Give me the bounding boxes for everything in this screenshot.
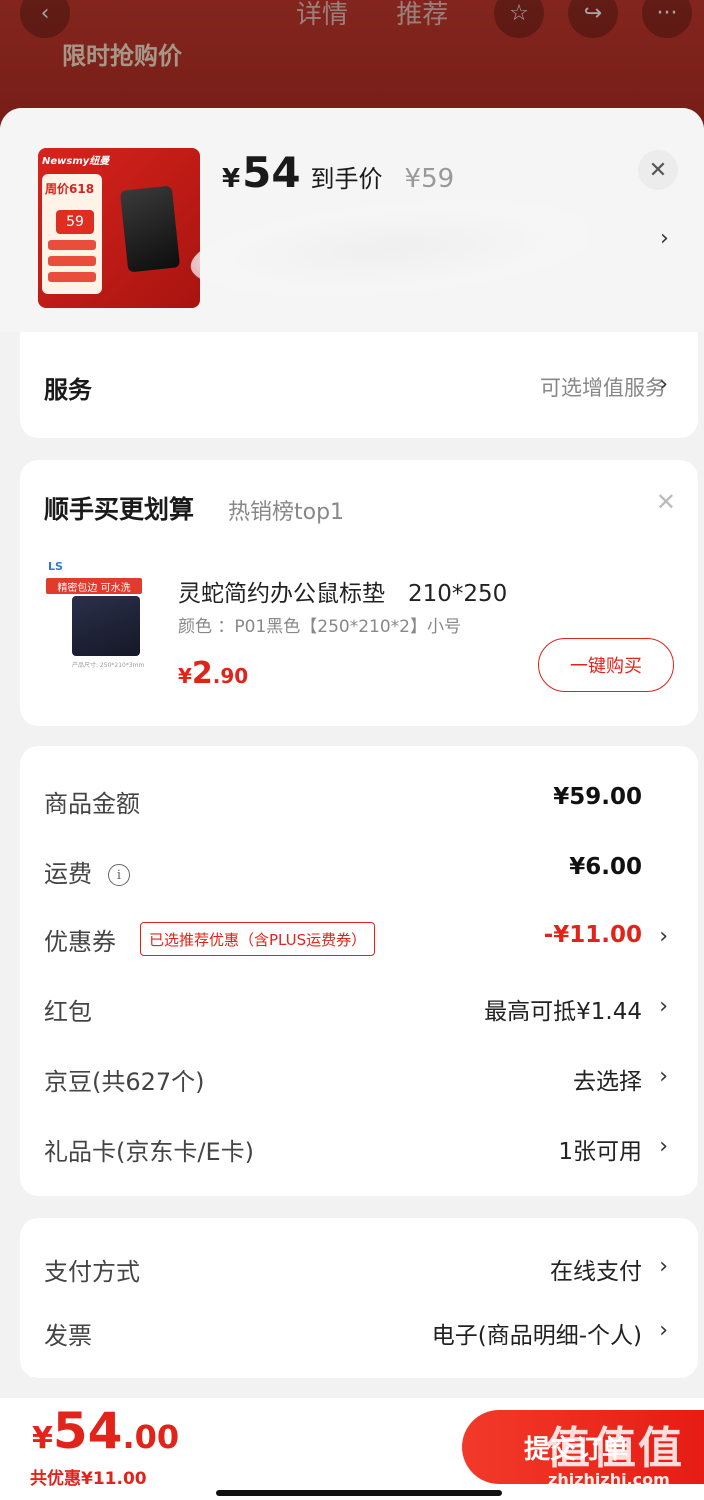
final-price: 54 <box>242 148 301 197</box>
shipping-row: 运费 i ¥6.00 <box>20 844 698 894</box>
jingdou-label: 京豆(共627个) <box>44 1068 205 1096</box>
chevron-right-icon[interactable]: › <box>660 226 669 251</box>
bundle-item-spec: 颜色 ：P01黑色【250*210*2】小号 <box>178 617 461 637</box>
price-dec: .90 <box>212 664 249 688</box>
red-packet-value: 最高可抵¥1.44 <box>484 999 642 1025</box>
price-row: ¥ 54 到手价 ¥59 <box>222 148 454 198</box>
price-summary-card: 商品金额 ¥59.00 运费 i ¥6.00 优惠券 已选推荐优惠（含PLUS运费… <box>20 746 698 1196</box>
price-int: 2 <box>191 656 213 691</box>
invoice-value: 电子(商品明细-个人) <box>431 1323 642 1349</box>
goods-amount-value: ¥59.00 <box>553 784 642 810</box>
service-card[interactable]: 服务 可选增值服务 › <box>20 332 698 438</box>
mouse-pad-image <box>72 596 140 656</box>
total-price: ¥ 54 .00 <box>32 1402 179 1460</box>
coupon-label: 优惠券 <box>44 928 116 956</box>
chevron-right-icon: › <box>659 1134 668 1159</box>
thumb-bar <box>48 272 96 282</box>
bundle-item-price: ¥ 2 .90 <box>178 656 248 691</box>
total-saved: 共优惠¥11.00 <box>30 1469 147 1489</box>
service-title: 服务 <box>44 376 92 404</box>
one-click-buy-button[interactable]: 一键购买 <box>538 638 674 692</box>
hard-drive-image <box>119 185 181 273</box>
product-header: Newsmy纽曼 周价618 59 ¥ 54 到手价 ¥59 ✕ › <box>0 108 704 332</box>
thumb-bar <box>48 240 96 250</box>
chevron-right-icon: › <box>659 924 668 949</box>
thumb-promo-price: 59 <box>56 210 94 234</box>
home-indicator <box>216 1490 502 1496</box>
thumb-brand: Newsmy纽曼 <box>42 156 110 167</box>
brand-logo-icon: LS <box>48 560 63 573</box>
total-dec: .00 <box>122 1418 180 1456</box>
red-packet-row[interactable]: 红包 最高可抵¥1.44 › <box>20 982 698 1032</box>
final-price-label: 到手价 <box>310 165 383 193</box>
goods-amount-label: 商品金额 <box>44 790 140 818</box>
jingdou-value: 去选择 <box>573 1069 642 1095</box>
invoice-row[interactable]: 发票 电子(商品明细-个人) › <box>20 1306 698 1356</box>
bundle-subtitle: 热销榜top1 <box>228 500 345 525</box>
bundle-title: 顺手买更划算 <box>44 495 195 524</box>
thumb-promo-text: 周价618 <box>45 182 95 196</box>
shipping-value: ¥6.00 <box>569 854 642 880</box>
payment-card: 支付方式 在线支付 › 发票 电子(商品明细-个人) › <box>20 1218 698 1378</box>
close-icon[interactable]: ✕ <box>638 150 678 190</box>
payment-method-value: 在线支付 <box>550 1259 642 1285</box>
payment-method-row[interactable]: 支付方式 在线支付 › <box>20 1242 698 1292</box>
price-symbol: ¥ <box>222 164 241 194</box>
info-icon[interactable]: i <box>108 864 130 886</box>
price-symbol: ¥ <box>178 664 192 688</box>
gift-card-label: 礼品卡(京东卡/E卡) <box>44 1138 254 1166</box>
watermark-site: zhizhizhi.com <box>548 1470 670 1489</box>
gift-card-row[interactable]: 礼品卡(京东卡/E卡) 1张可用 › <box>20 1122 698 1172</box>
thumb-ribbon: 精密包边 可水洗 <box>46 578 142 594</box>
product-thumbnail[interactable]: Newsmy纽曼 周价618 59 <box>38 148 200 308</box>
thumb-bar <box>48 256 96 266</box>
chevron-right-icon: › <box>659 372 668 397</box>
invoice-label: 发票 <box>44 1322 92 1350</box>
thumb-promo-card: 周价618 59 <box>42 174 102 294</box>
chevron-right-icon: › <box>659 994 668 1019</box>
shipping-label: 运费 i <box>44 854 130 889</box>
watermark-logo: 值值值 <box>546 1423 684 1474</box>
bundle-item-name[interactable]: 灵蛇简约办公鼠标垫 210*250 <box>178 574 507 608</box>
total-int: 54 <box>52 1402 123 1460</box>
chevron-right-icon: › <box>659 1064 668 1089</box>
mouse-pad-thumbnail[interactable]: LS 精密包边 可水洗 产品尺寸: 250*210*3mm <box>44 560 174 672</box>
goods-amount-row: 商品金额 ¥59.00 <box>20 774 698 824</box>
service-value: 可选增值服务 <box>540 376 666 400</box>
coupon-row[interactable]: 优惠券 已选推荐优惠（含PLUS运费券） -¥11.00 › <box>20 912 698 962</box>
shipping-label-text: 运费 <box>44 860 92 888</box>
thumb-caption: 产品尺寸: 250*210*3mm <box>72 662 145 669</box>
gift-card-value: 1张可用 <box>558 1139 642 1165</box>
bundle-card: 顺手买更划算 热销榜top1 ✕ LS 精密包边 可水洗 产品尺寸: 250*2… <box>20 460 698 726</box>
payment-method-label: 支付方式 <box>44 1258 140 1286</box>
original-price: ¥59 <box>404 164 455 194</box>
chevron-right-icon: › <box>659 1254 668 1279</box>
order-sheet: Newsmy纽曼 周价618 59 ¥ 54 到手价 ¥59 ✕ › 服务 可选… <box>0 108 704 1500</box>
total-symbol: ¥ <box>32 1421 53 1456</box>
coupon-badge: 已选推荐优惠（含PLUS运费券） <box>140 922 376 956</box>
close-icon[interactable]: ✕ <box>656 488 676 516</box>
coupon-value: -¥11.00 <box>543 922 642 948</box>
redacted-area <box>187 190 593 308</box>
chevron-right-icon: › <box>659 1318 668 1343</box>
jingdou-row[interactable]: 京豆(共627个) 去选择 › <box>20 1052 698 1102</box>
red-packet-label: 红包 <box>44 998 92 1026</box>
